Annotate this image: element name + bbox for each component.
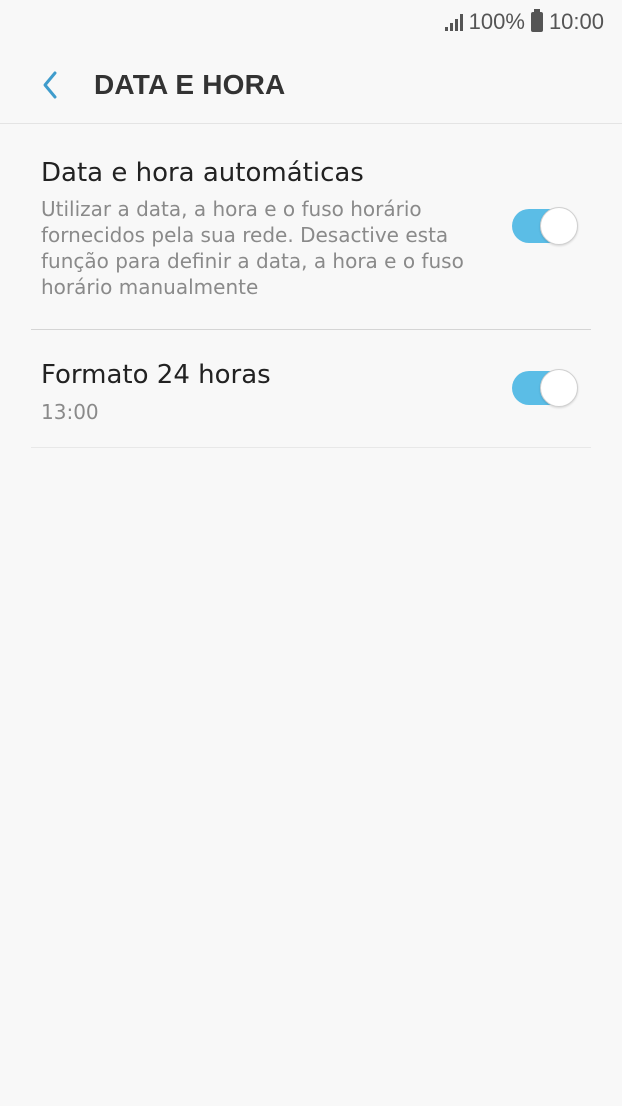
setting-description: Utilizar a data, a hora e o fuso horário… — [41, 197, 464, 299]
divider — [31, 329, 591, 330]
clock: 10:00 — [548, 9, 604, 34]
app-header: DATA E HORA — [0, 50, 622, 120]
setting-title: Data e hora automáticas — [41, 158, 364, 188]
toggle-knob — [540, 207, 578, 245]
battery-icon — [530, 9, 543, 32]
setting-subtitle: 13:00 — [41, 400, 99, 424]
signal-icon — [444, 13, 463, 31]
24-hour-format-toggle[interactable] — [512, 369, 578, 407]
status-bar: 100% 10:00 — [0, 0, 622, 44]
auto-date-time-toggle[interactable] — [512, 207, 578, 245]
page-title: DATA E HORA — [94, 69, 286, 100]
battery-percent: 100% — [468, 9, 525, 34]
toggle-knob — [540, 369, 578, 407]
setting-auto-date-time[interactable]: Data e hora automáticas Utilizar a data,… — [31, 150, 591, 330]
chevron-left-icon — [43, 71, 57, 99]
setting-title: Formato 24 horas — [41, 360, 271, 390]
divider — [31, 447, 591, 448]
setting-24-hour-format[interactable]: Formato 24 horas 13:00 — [31, 350, 591, 448]
back-button[interactable] — [32, 67, 68, 103]
header-divider — [0, 123, 622, 124]
